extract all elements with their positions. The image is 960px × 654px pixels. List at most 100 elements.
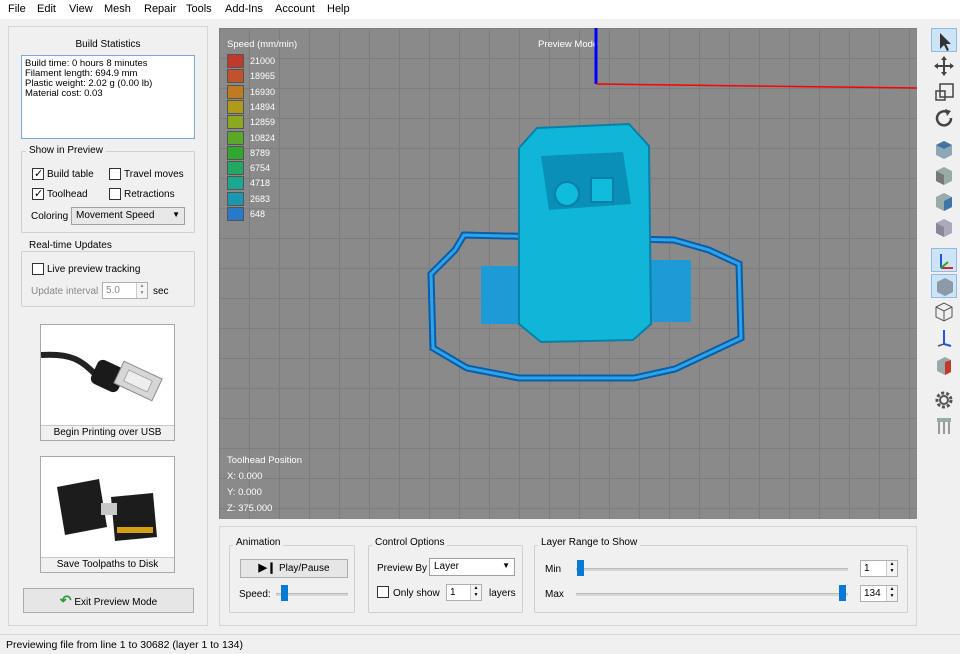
supports-icon[interactable] [931, 414, 957, 438]
chevron-down-icon: ▼ [172, 210, 180, 219]
wireframe-cube-icon[interactable] [931, 300, 957, 324]
solid-cube-icon[interactable] [931, 274, 957, 298]
toolhead-z: Z: 375.000 [227, 503, 273, 514]
spin-arrows-icon[interactable]: ▲ ▼ [470, 585, 481, 600]
speed-slider-handle[interactable] [281, 585, 289, 601]
axes-icon[interactable] [931, 248, 957, 272]
section-cube-icon[interactable] [931, 354, 957, 378]
play-pause-label: Play/Pause [278, 563, 330, 574]
update-interval-label: Update interval [31, 286, 99, 297]
show-in-preview-title: Show in Preview [26, 145, 106, 156]
usb-cable-icon [40, 351, 163, 402]
coloring-label: Coloring [31, 211, 69, 222]
toolhead-y: Y: 0.000 [227, 487, 262, 498]
preview-by-label: Preview By [377, 563, 428, 574]
preview-viewport[interactable]: Speed (mm/min) 21000 18965 16930 14894 12859… [219, 28, 917, 519]
build-table-label: Build table [47, 169, 94, 180]
x-axis-line [595, 83, 917, 89]
spin-arrows-icon[interactable]: ▲ ▼ [886, 561, 897, 576]
model-render [427, 28, 917, 382]
select-cursor-icon[interactable] [931, 28, 957, 52]
view-cube-top-icon[interactable] [931, 138, 957, 162]
layer-range-group [534, 545, 908, 613]
right-toolbar [928, 20, 960, 634]
rotate-icon[interactable] [931, 106, 957, 130]
left-tab [481, 266, 521, 324]
retractions-checkbox[interactable] [109, 188, 121, 200]
build-statistics-box: Build time: 0 hours 8 minutes Filament l… [21, 55, 195, 139]
update-interval-value: 5.0 [106, 285, 120, 296]
control-options-group [368, 545, 523, 613]
left-panel: Build Statistics Build time: 0 hours 8 m… [8, 26, 208, 626]
sd-button-caption: Save Toolpaths to Disk [41, 557, 174, 572]
menu-repair[interactable]: Repair [144, 3, 176, 15]
layers-label: layers [489, 588, 516, 599]
menu-tools[interactable]: Tools [186, 3, 212, 15]
animation-title: Animation [233, 537, 284, 548]
spin-arrows-icon[interactable]: ▲ ▼ [136, 283, 147, 298]
only-show-checkbox[interactable] [377, 586, 389, 598]
scale-icon[interactable] [931, 80, 957, 104]
menu-file[interactable]: File [8, 3, 26, 15]
travel-moves-checkbox[interactable] [109, 168, 121, 180]
min-layer-value: 1 [864, 563, 870, 574]
min-label: Min [545, 564, 562, 575]
travel-moves-label: Travel moves [124, 169, 184, 180]
usb-button-caption: Begin Printing over USB [41, 425, 174, 440]
menu-mesh[interactable]: Mesh [104, 3, 131, 15]
settings-gear-icon[interactable] [931, 388, 957, 412]
exit-preview-button[interactable]: ↶ Exit Preview Mode [23, 588, 194, 613]
toolhead-checkbox[interactable] [32, 187, 44, 200]
max-slider-track[interactable] [576, 593, 848, 596]
max-label: Max [545, 589, 564, 600]
begin-printing-usb-button[interactable]: Begin Printing over USB [40, 324, 175, 441]
status-text: Previewing file from line 1 to 30682 (la… [6, 639, 243, 651]
toolhead-label: Toolhead [47, 189, 88, 200]
move-icon[interactable] [931, 54, 957, 78]
menu-add-ins[interactable]: Add-Ins [225, 3, 263, 15]
model-top-cavity [541, 152, 631, 210]
play-pause-icon: ▶❙ [258, 562, 277, 574]
toolhead-position-title: Toolhead Position [227, 455, 302, 466]
coloring-value: Movement Speed [76, 210, 155, 221]
retractions-label: Retractions [124, 189, 175, 200]
animation-group [229, 545, 355, 613]
only-show-label: Only show [393, 588, 440, 599]
axis-arrow-icon[interactable] [931, 326, 957, 350]
view-cube-side-icon[interactable] [931, 190, 957, 214]
save-toolpaths-button[interactable]: Save Toolpaths to Disk [40, 456, 175, 573]
preview-by-select[interactable]: Layer ▼ [429, 558, 515, 576]
exit-preview-label: Exit Preview Mode [74, 597, 158, 608]
spin-arrows-icon[interactable]: ▲ ▼ [886, 586, 897, 601]
chevron-down-icon: ▼ [502, 561, 510, 570]
toolhead-x: X: 0.000 [227, 471, 263, 482]
menu-bar: File Edit View Mesh Repair Tools Add-Ins… [0, 0, 960, 19]
update-interval-spinbox[interactable]: 5.0 ▲ ▼ [102, 282, 148, 299]
material-cost: Material cost: 0.03 [25, 88, 103, 99]
play-pause-button[interactable]: ▶❙ Play/Pause [240, 559, 348, 578]
speed-label: Speed: [239, 589, 271, 600]
view-cube-front-icon[interactable] [931, 164, 957, 188]
live-preview-checkbox[interactable] [32, 263, 44, 275]
bottom-control-panel: Animation ▶❙ Play/Pause Speed: Control O… [219, 526, 917, 626]
coloring-select[interactable]: Movement Speed ▼ [71, 207, 185, 225]
back-arrow-icon: ↶ [59, 592, 72, 608]
realtime-updates-title: Real-time Updates [26, 240, 115, 251]
menu-edit[interactable]: Edit [37, 3, 56, 15]
preview-by-value: Layer [434, 561, 460, 572]
menu-help[interactable]: Help [327, 3, 350, 15]
min-layer-spinbox[interactable]: 1 ▲ ▼ [860, 560, 898, 577]
max-layer-value: 134 [864, 588, 881, 599]
live-preview-label: Live preview tracking [47, 264, 141, 275]
min-slider-track[interactable] [576, 568, 848, 571]
max-layer-spinbox[interactable]: 134 ▲ ▼ [860, 585, 898, 602]
build-table-checkbox[interactable] [32, 167, 44, 180]
min-slider-handle[interactable] [577, 560, 584, 576]
max-slider-handle[interactable] [839, 585, 846, 601]
only-show-spinbox[interactable]: 1 ▲ ▼ [446, 584, 482, 601]
update-interval-unit: sec [153, 286, 169, 297]
menu-view[interactable]: View [69, 3, 93, 15]
sd-card-icon [57, 479, 157, 541]
menu-account[interactable]: Account [275, 3, 315, 15]
view-cube-iso-icon[interactable] [931, 216, 957, 240]
